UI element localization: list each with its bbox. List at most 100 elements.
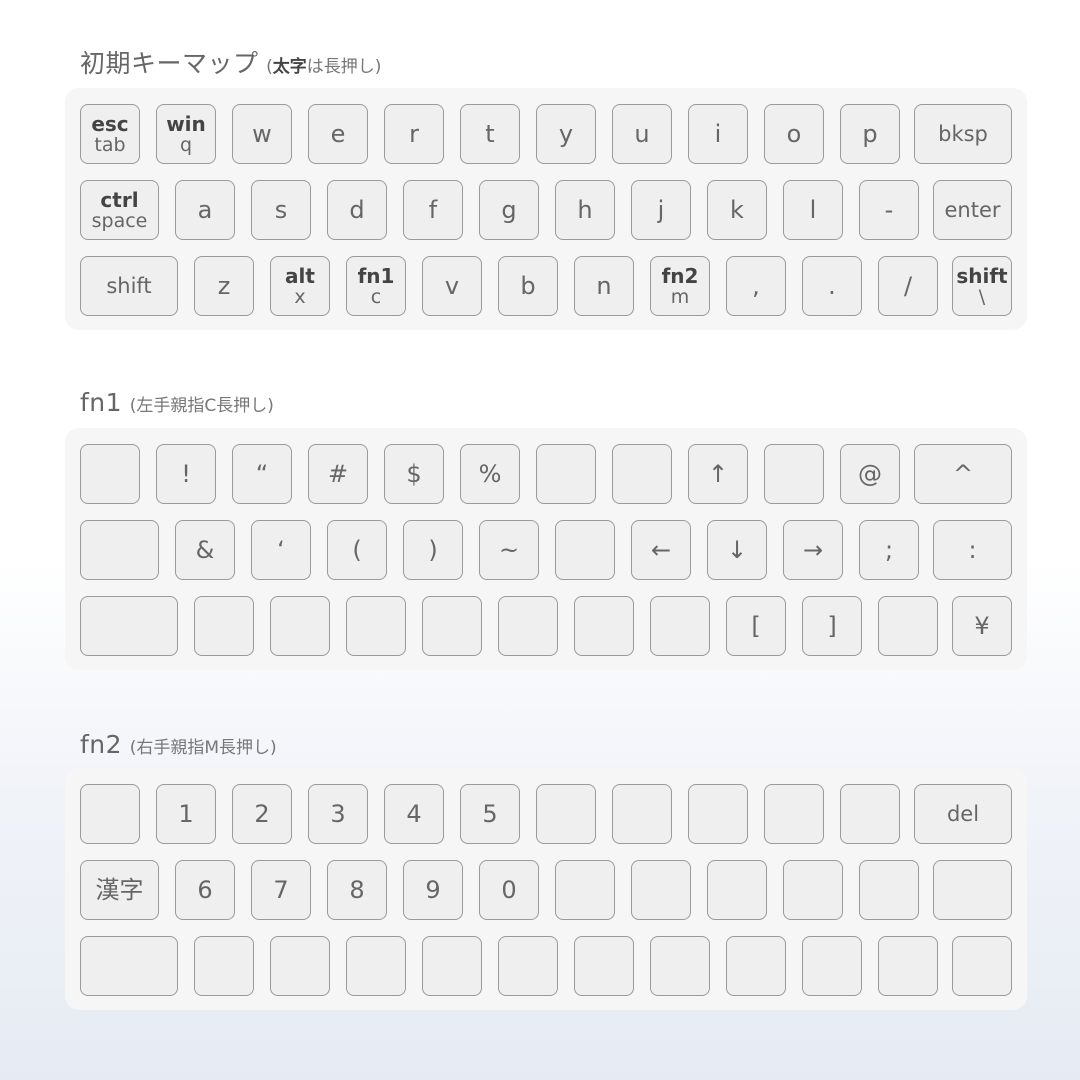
- key[interactable]: &: [175, 520, 235, 580]
- key[interactable]: i: [688, 104, 748, 164]
- key[interactable]: [536, 784, 596, 844]
- key[interactable]: [80, 784, 140, 844]
- key[interactable]: [878, 596, 938, 656]
- key[interactable]: ;: [859, 520, 919, 580]
- key[interactable]: “: [232, 444, 292, 504]
- key[interactable]: [707, 860, 767, 920]
- key[interactable]: win q: [156, 104, 216, 164]
- key[interactable]: [80, 936, 178, 996]
- key[interactable]: e: [308, 104, 368, 164]
- key[interactable]: del: [914, 784, 1012, 844]
- key[interactable]: [764, 784, 824, 844]
- key[interactable]: [270, 596, 330, 656]
- key[interactable]: t: [460, 104, 520, 164]
- key[interactable]: b: [498, 256, 558, 316]
- key[interactable]: -: [859, 180, 919, 240]
- key[interactable]: [952, 936, 1012, 996]
- key[interactable]: [650, 936, 710, 996]
- key[interactable]: [555, 520, 615, 580]
- key[interactable]: .: [802, 256, 862, 316]
- key[interactable]: bksp: [914, 104, 1012, 164]
- key[interactable]: a: [175, 180, 235, 240]
- key[interactable]: ctrl space: [80, 180, 159, 240]
- key[interactable]: k: [707, 180, 767, 240]
- key[interactable]: 8: [327, 860, 387, 920]
- key[interactable]: (: [327, 520, 387, 580]
- key[interactable]: [612, 784, 672, 844]
- key[interactable]: ): [403, 520, 463, 580]
- key[interactable]: fn2 m: [650, 256, 710, 316]
- key[interactable]: 5: [460, 784, 520, 844]
- key[interactable]: o: [764, 104, 824, 164]
- key[interactable]: [631, 860, 691, 920]
- key[interactable]: [688, 784, 748, 844]
- key[interactable]: [536, 444, 596, 504]
- key[interactable]: ‘: [251, 520, 311, 580]
- key[interactable]: [764, 444, 824, 504]
- key[interactable]: w: [232, 104, 292, 164]
- key[interactable]: shift: [80, 256, 178, 316]
- key[interactable]: s: [251, 180, 311, 240]
- key[interactable]: →: [783, 520, 843, 580]
- key[interactable]: j: [631, 180, 691, 240]
- key[interactable]: ,: [726, 256, 786, 316]
- key[interactable]: #: [308, 444, 368, 504]
- key[interactable]: $: [384, 444, 444, 504]
- key[interactable]: v: [422, 256, 482, 316]
- key[interactable]: [933, 860, 1012, 920]
- key[interactable]: r: [384, 104, 444, 164]
- key[interactable]: [574, 596, 634, 656]
- key[interactable]: [346, 936, 406, 996]
- key[interactable]: u: [612, 104, 672, 164]
- key[interactable]: ↓: [707, 520, 767, 580]
- key[interactable]: ~: [479, 520, 539, 580]
- key[interactable]: [: [726, 596, 786, 656]
- key[interactable]: [574, 936, 634, 996]
- key[interactable]: %: [460, 444, 520, 504]
- key[interactable]: g: [479, 180, 539, 240]
- key[interactable]: 9: [403, 860, 463, 920]
- key[interactable]: [498, 596, 558, 656]
- key[interactable]: alt x: [270, 256, 330, 316]
- key[interactable]: fn1 c: [346, 256, 406, 316]
- key[interactable]: [346, 596, 406, 656]
- key[interactable]: [859, 860, 919, 920]
- key[interactable]: d: [327, 180, 387, 240]
- key[interactable]: z: [194, 256, 254, 316]
- key[interactable]: 2: [232, 784, 292, 844]
- key[interactable]: [422, 596, 482, 656]
- key[interactable]: 1: [156, 784, 216, 844]
- key[interactable]: @: [840, 444, 900, 504]
- key[interactable]: [80, 444, 140, 504]
- key[interactable]: n: [574, 256, 634, 316]
- key[interactable]: [498, 936, 558, 996]
- key[interactable]: [802, 936, 862, 996]
- key[interactable]: esc tab: [80, 104, 140, 164]
- key[interactable]: !: [156, 444, 216, 504]
- key[interactable]: [422, 936, 482, 996]
- key[interactable]: p: [840, 104, 900, 164]
- key[interactable]: ¥: [952, 596, 1012, 656]
- key[interactable]: [80, 596, 178, 656]
- key[interactable]: enter: [933, 180, 1012, 240]
- key[interactable]: 漢字: [80, 860, 159, 920]
- key[interactable]: [270, 936, 330, 996]
- key[interactable]: [726, 936, 786, 996]
- key[interactable]: [194, 596, 254, 656]
- key[interactable]: 6: [175, 860, 235, 920]
- key[interactable]: [878, 936, 938, 996]
- key[interactable]: h: [555, 180, 615, 240]
- key[interactable]: ↑: [688, 444, 748, 504]
- key[interactable]: 0: [479, 860, 539, 920]
- key[interactable]: f: [403, 180, 463, 240]
- key[interactable]: ]: [802, 596, 862, 656]
- key[interactable]: /: [878, 256, 938, 316]
- key[interactable]: shift \: [952, 256, 1012, 316]
- key[interactable]: 4: [384, 784, 444, 844]
- key[interactable]: [194, 936, 254, 996]
- key[interactable]: l: [783, 180, 843, 240]
- key[interactable]: ^: [914, 444, 1012, 504]
- key[interactable]: [612, 444, 672, 504]
- key[interactable]: ←: [631, 520, 691, 580]
- key[interactable]: [80, 520, 159, 580]
